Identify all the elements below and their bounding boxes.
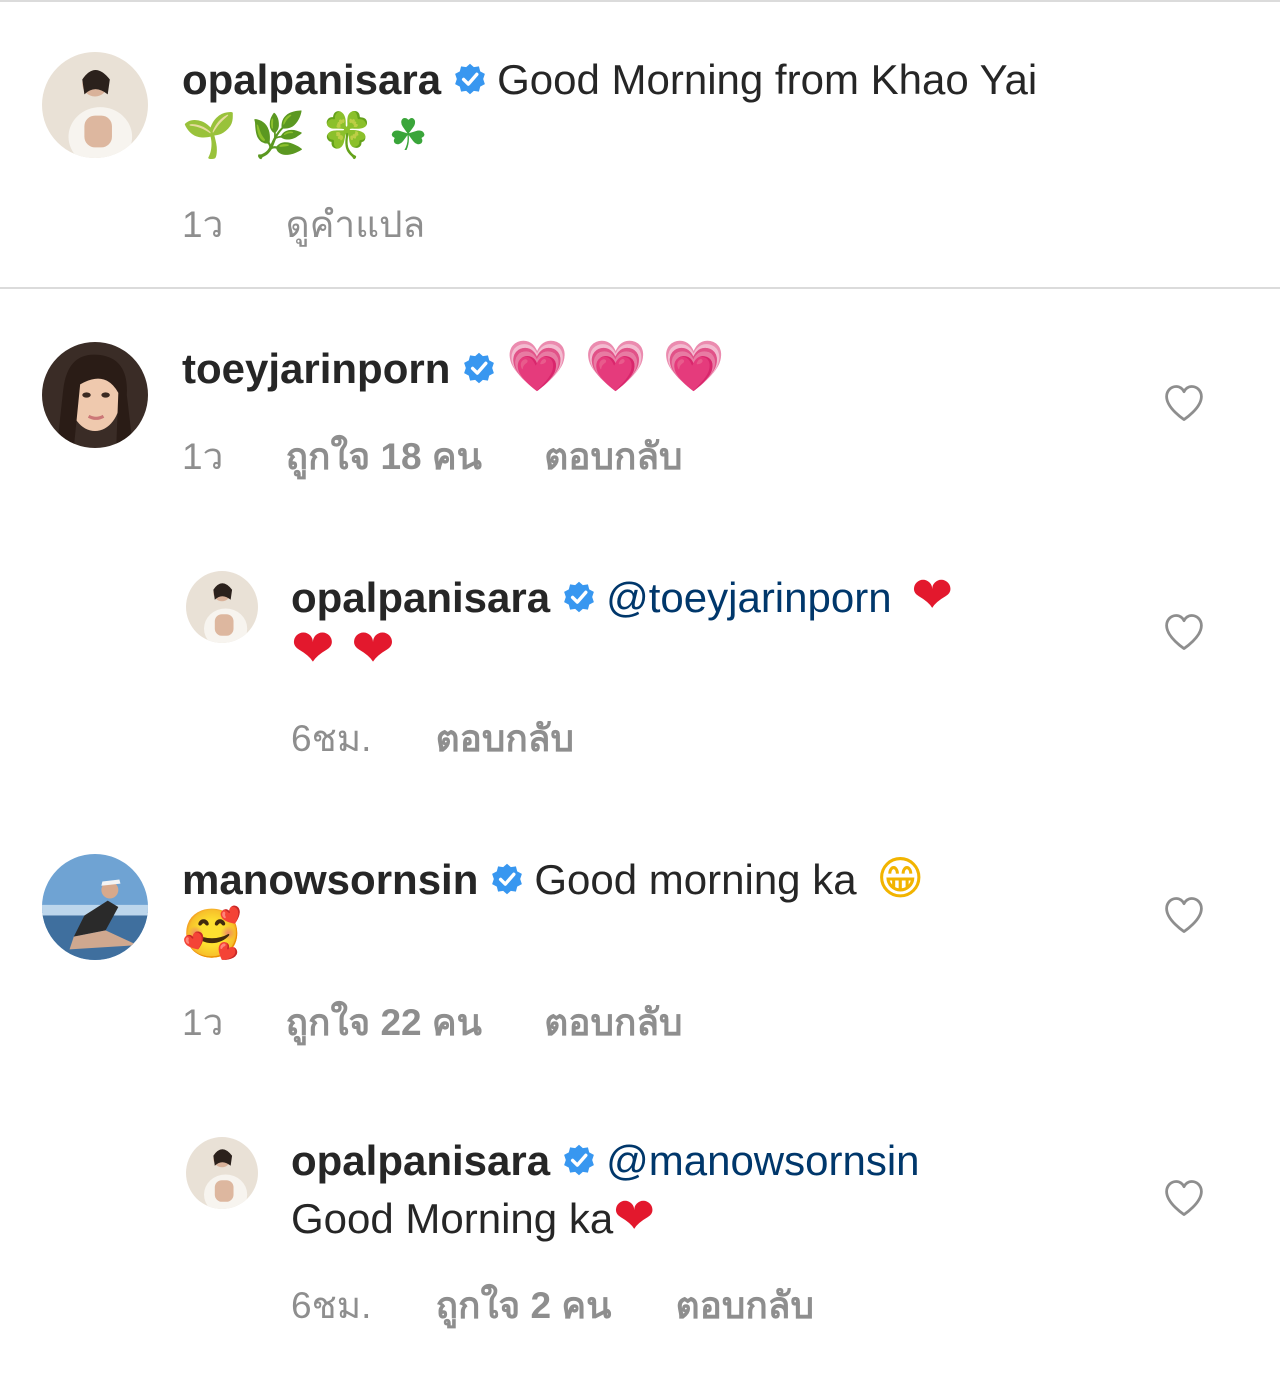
avatar[interactable]: [42, 854, 148, 960]
comment-text: Good morning ka: [534, 856, 857, 903]
likes-count[interactable]: ถูกใจ 22 คน: [286, 993, 482, 1052]
top-divider: [0, 0, 1280, 2]
heart-outline-icon[interactable]: [1163, 612, 1205, 652]
avatar[interactable]: [186, 1137, 258, 1209]
timestamp[interactable]: 1ว: [182, 993, 223, 1052]
caption-divider: [0, 287, 1280, 289]
see-translation-link[interactable]: ดูคำแปล: [286, 195, 426, 254]
verified-badge-icon: [462, 351, 496, 385]
avatar[interactable]: [42, 52, 148, 158]
comment-text: Good Morning ka: [291, 1195, 614, 1242]
verified-badge-icon: [490, 862, 524, 896]
comment-emojis: 💗 💗 💗: [506, 337, 725, 395]
reply-button[interactable]: ตอบกลับ: [544, 427, 682, 486]
timestamp[interactable]: 1ว: [182, 195, 223, 254]
verified-badge-icon: [562, 580, 596, 614]
timestamp[interactable]: 6ชม.: [291, 1276, 371, 1335]
heart-emoji: ❤: [911, 566, 954, 624]
username[interactable]: opalpanisara: [182, 56, 441, 103]
mention-link[interactable]: @toeyjarinporn: [606, 574, 891, 621]
grin-emoji: 😁: [876, 851, 925, 905]
reply-button[interactable]: ตอบกลับ: [544, 993, 682, 1052]
verified-badge-icon: [562, 1143, 596, 1177]
heart-emojis: ❤ ❤: [291, 619, 395, 679]
username[interactable]: toeyjarinporn: [182, 345, 450, 392]
heart-emoji: ❤: [613, 1187, 656, 1245]
reply-button[interactable]: ตอบกลับ: [436, 709, 574, 768]
heart-outline-icon[interactable]: [1163, 895, 1205, 935]
timestamp[interactable]: 6ชม.: [291, 709, 371, 768]
caption-text: Good Morning from Khao Yai: [497, 56, 1038, 103]
username[interactable]: opalpanisara: [291, 1137, 550, 1184]
username[interactable]: opalpanisara: [291, 574, 550, 621]
verified-badge-icon: [453, 62, 487, 96]
smiling-hearts-emoji: 🥰: [182, 906, 242, 962]
avatar[interactable]: [42, 342, 148, 448]
likes-count[interactable]: ถูกใจ 18 คน: [286, 427, 482, 486]
timestamp[interactable]: 1ว: [182, 427, 223, 486]
reply-button[interactable]: ตอบกลับ: [676, 1276, 814, 1335]
username[interactable]: manowsornsin: [182, 856, 478, 903]
caption-emojis: 🌱 🌿 🍀 ☘: [182, 110, 428, 161]
likes-count[interactable]: ถูกใจ 2 คน: [436, 1276, 612, 1335]
mention-link[interactable]: @manowsornsin: [606, 1137, 919, 1184]
heart-outline-icon[interactable]: [1163, 383, 1205, 423]
avatar[interactable]: [186, 571, 258, 643]
heart-outline-icon[interactable]: [1163, 1178, 1205, 1218]
